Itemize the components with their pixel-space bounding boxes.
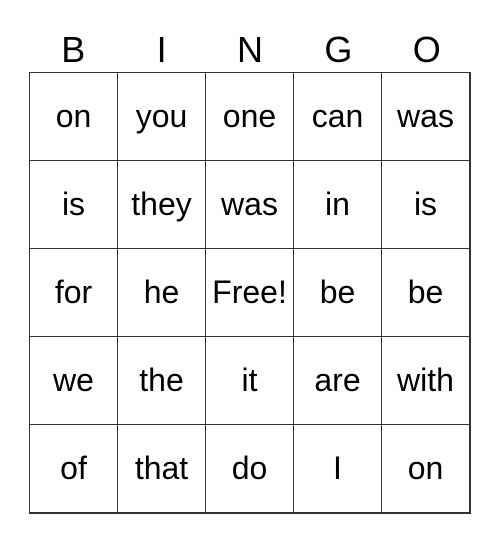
bingo-cell[interactable]: be (381, 248, 470, 337)
free-cell[interactable]: Free! (205, 248, 294, 337)
bingo-cell[interactable]: one (205, 72, 294, 161)
bingo-grid: on you one can was is they was in is for he Free! be b… (29, 72, 471, 514)
header-letter: O (412, 29, 441, 70)
header-letter: G (324, 29, 353, 70)
bingo-cell[interactable]: it (205, 336, 294, 425)
bingo-cell[interactable]: is (381, 160, 470, 249)
bingo-cell[interactable]: was (381, 72, 470, 161)
bingo-cell[interactable]: they (117, 160, 206, 249)
bingo-cell[interactable]: that (117, 424, 206, 513)
bingo-cell[interactable]: on (29, 72, 118, 161)
bingo-cell[interactable]: for (29, 248, 118, 337)
bingo-cell[interactable]: we (29, 336, 118, 425)
bingo-cell[interactable]: with (381, 336, 470, 425)
bingo-cell[interactable]: was (205, 160, 294, 249)
bingo-cell[interactable]: he (117, 248, 206, 337)
bingo-cell[interactable]: in (293, 160, 382, 249)
bingo-cell[interactable]: can (293, 72, 382, 161)
header-letter: N (236, 29, 263, 70)
bingo-cell[interactable]: is (29, 160, 118, 249)
header-letter: I (156, 29, 167, 70)
bingo-cell[interactable]: on (381, 424, 470, 513)
header-letter: B (61, 29, 86, 70)
bingo-cell[interactable]: the (117, 336, 206, 425)
bingo-cell[interactable]: are (293, 336, 382, 425)
bingo-cell[interactable]: I (293, 424, 382, 513)
bingo-cell[interactable]: of (29, 424, 118, 513)
bingo-header: BINGO (29, 28, 471, 72)
bingo-cell[interactable]: you (117, 72, 206, 161)
bingo-cell[interactable]: do (205, 424, 294, 513)
bingo-cell[interactable]: be (293, 248, 382, 337)
